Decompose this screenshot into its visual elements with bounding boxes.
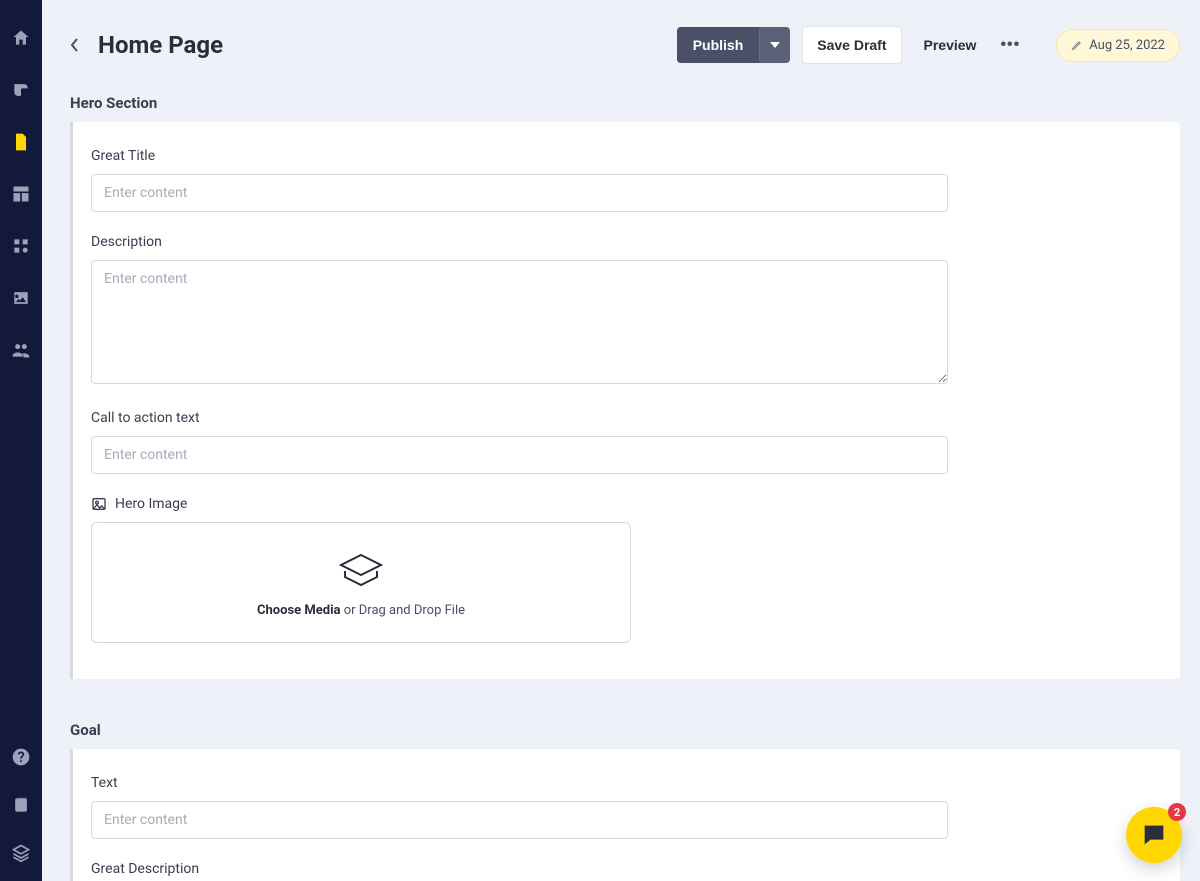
date-text: Aug 25, 2022 (1089, 38, 1165, 53)
cta-label: Call to action text (91, 410, 948, 426)
goal-text-label: Text (91, 775, 948, 791)
hero-image-dropzone[interactable]: Choose Media or Drag and Drop File (91, 522, 631, 643)
sidebar (0, 0, 42, 881)
preview-button[interactable]: Preview (910, 27, 991, 63)
dropzone-icon (337, 553, 385, 591)
users-icon[interactable] (11, 340, 31, 360)
great-title-input[interactable] (91, 174, 948, 212)
blocks-icon[interactable] (11, 236, 31, 256)
goal-text-input[interactable] (91, 801, 948, 839)
header: Home Page Publish Save Draft Preview •••… (70, 26, 1180, 64)
publish-button-group: Publish (677, 27, 791, 63)
hero-section-card: Great Title Description Call to action t… (70, 122, 1180, 679)
goal-description-label: Great Description (91, 861, 948, 877)
chat-badge: 2 (1168, 803, 1186, 821)
image-icon (91, 496, 107, 512)
page-title: Home Page (98, 31, 223, 59)
great-title-label: Great Title (91, 148, 948, 164)
dropzone-text: Choose Media or Drag and Drop File (257, 603, 465, 618)
chat-fab[interactable]: 2 (1126, 807, 1182, 863)
home-icon[interactable] (11, 28, 31, 48)
back-chevron-icon[interactable] (70, 37, 80, 53)
more-button[interactable]: ••• (994, 26, 1026, 64)
hero-section-label: Hero Section (70, 94, 1180, 112)
hero-image-label-text: Hero Image (115, 496, 187, 512)
layout-icon[interactable] (11, 184, 31, 204)
save-draft-button[interactable]: Save Draft (802, 26, 901, 64)
help-icon[interactable] (11, 747, 31, 767)
hero-image-label: Hero Image (91, 496, 948, 512)
goal-section-card: Text Great Description (70, 749, 1180, 881)
chat-icon (1140, 821, 1168, 849)
description-label: Description (91, 234, 948, 250)
blog-icon[interactable] (11, 80, 31, 100)
page-icon[interactable] (11, 132, 31, 152)
description-textarea[interactable] (91, 260, 948, 384)
publish-button[interactable]: Publish (677, 27, 760, 63)
book-icon[interactable] (11, 795, 31, 815)
date-pill[interactable]: Aug 25, 2022 (1056, 29, 1180, 62)
pencil-icon (1071, 39, 1083, 51)
publish-dropdown-button[interactable] (759, 27, 790, 63)
stack-icon[interactable] (11, 843, 31, 863)
goal-section-label: Goal (70, 721, 1180, 739)
cta-input[interactable] (91, 436, 948, 474)
media-icon[interactable] (11, 288, 31, 308)
main-content: Home Page Publish Save Draft Preview •••… (42, 0, 1200, 881)
